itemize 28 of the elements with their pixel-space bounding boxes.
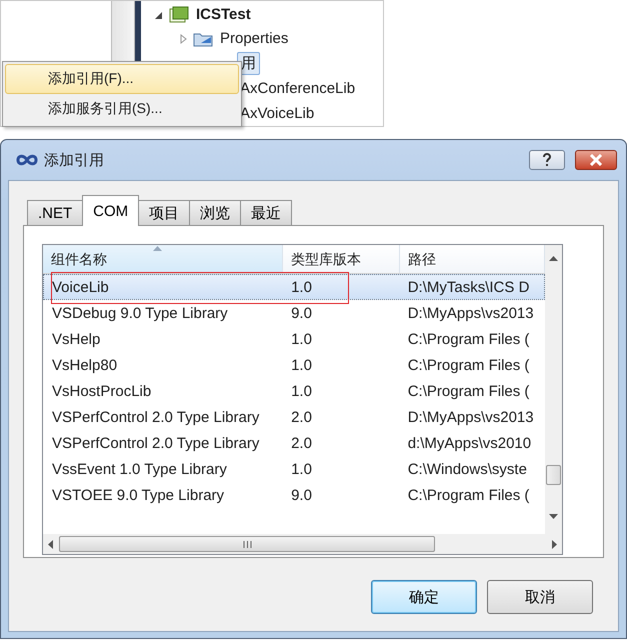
table-cell-text: VssEvent 1.0 Type Library	[51, 460, 228, 478]
table-cell-text: C:\Program Files (	[406, 486, 530, 504]
table-cell-text: 2.0	[290, 434, 313, 452]
table-cell-text: 1.0	[290, 460, 313, 478]
table-cell-text: C:\Program Files (	[406, 382, 530, 400]
table-cell-text: 1.0	[290, 382, 313, 400]
table-cell-text: 2.0	[290, 408, 313, 426]
table-cell-text: VsHelp80	[51, 356, 118, 374]
table-cell-text: VSPerfControl 2.0 Type Library	[51, 408, 260, 426]
table-cell-text: VSTOEE 9.0 Type Library	[51, 486, 226, 504]
table-cell-text: 1.0	[290, 330, 313, 348]
table-cell-text: d:\MyApps\vs2010	[406, 434, 532, 452]
table-cell-text: 1.0	[290, 278, 313, 296]
table-cell-text: VSDebug 9.0 Type Library	[51, 304, 229, 322]
table-cell-text: C:\Windows\syste	[406, 460, 528, 478]
table-cell-text: 1.0	[290, 356, 313, 374]
table-cell-text: C:\Program Files (	[406, 330, 530, 348]
table-cell-text: 9.0	[290, 486, 313, 504]
table-cell-text: 9.0	[290, 304, 313, 322]
table-cell-text: VoiceLib	[51, 278, 110, 296]
table-cell-text: D:\MyApps\vs2013	[406, 408, 535, 426]
table-cell-text: VsHelp	[51, 330, 102, 348]
table-cell-text: D:\MyTasks\ICS D	[406, 278, 530, 296]
table-cell-text: C:\Program Files (	[406, 356, 530, 374]
table-cell-text: VSPerfControl 2.0 Type Library	[51, 434, 260, 452]
table-cell-text: VsHostProcLib	[51, 382, 152, 400]
table-cell-text: D:\MyApps\vs2013	[406, 304, 535, 322]
window-title: 添加引用	[44, 150, 105, 170]
